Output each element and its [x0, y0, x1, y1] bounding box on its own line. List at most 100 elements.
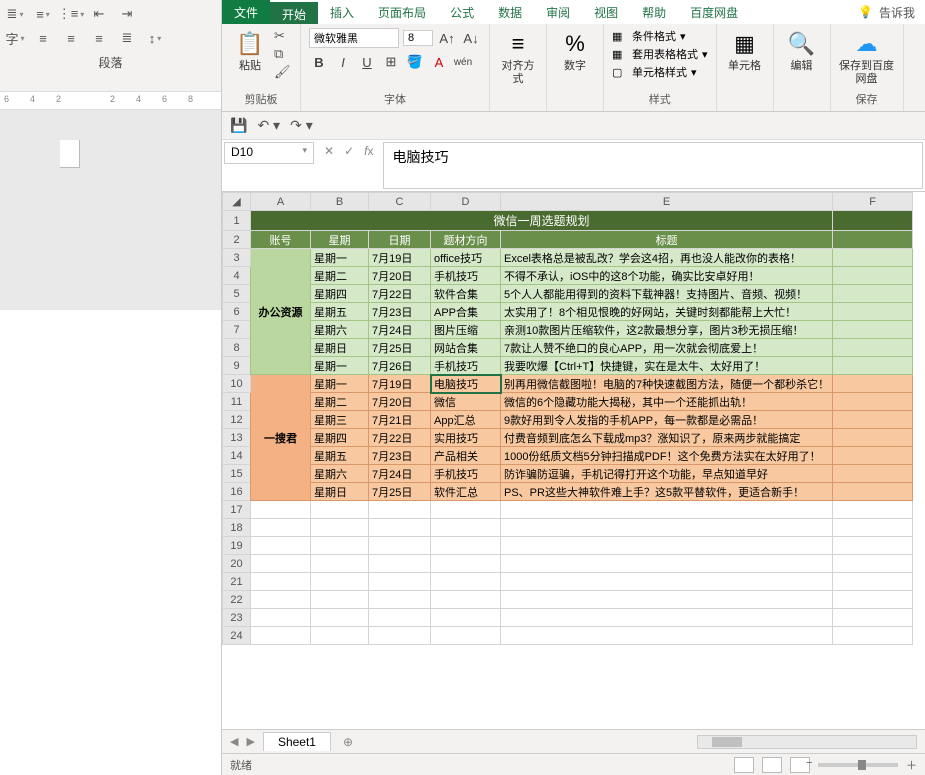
cell[interactable]: 图片压缩	[431, 321, 501, 339]
cell[interactable]: 我要吹爆【Ctrl+T】快捷键，实在是太牛、太好用了！	[501, 357, 833, 375]
cell[interactable]: 办公资源	[251, 249, 311, 375]
cell[interactable]	[501, 609, 833, 627]
cut-button[interactable]: ✂	[274, 28, 292, 44]
cell[interactable]	[311, 591, 369, 609]
cell[interactable]	[251, 573, 311, 591]
font-color-button[interactable]: A	[429, 52, 449, 72]
cell[interactable]: 微信一周选题规划	[251, 211, 833, 231]
align-center-button[interactable]: ≡	[60, 28, 82, 48]
cell[interactable]	[833, 267, 913, 285]
cell[interactable]: 软件合集	[431, 285, 501, 303]
cell[interactable]: 7月26日	[369, 357, 431, 375]
cell[interactable]	[833, 519, 913, 537]
page-layout-view-button[interactable]	[762, 757, 782, 773]
cell[interactable]: 星期五	[311, 303, 369, 321]
cell[interactable]	[431, 591, 501, 609]
cell[interactable]	[311, 519, 369, 537]
cell[interactable]: 亲测10款图片压缩软件，这2款最想分享，图片3秒无损压缩！	[501, 321, 833, 339]
row-header[interactable]: 5	[223, 285, 251, 303]
cell[interactable]	[833, 393, 913, 411]
cell[interactable]: 星期六	[311, 321, 369, 339]
row-header[interactable]: 18	[223, 519, 251, 537]
cell[interactable]	[833, 285, 913, 303]
cell[interactable]	[431, 519, 501, 537]
tab-insert[interactable]: 插入	[318, 0, 366, 24]
copy-button[interactable]: ⧉	[274, 46, 292, 62]
cell[interactable]: 星期一	[311, 249, 369, 267]
cell[interactable]: 题材方向	[431, 231, 501, 249]
tab-view[interactable]: 视图	[582, 0, 630, 24]
cell[interactable]	[833, 501, 913, 519]
cell[interactable]: 星期四	[311, 429, 369, 447]
cell[interactable]: 微信	[431, 393, 501, 411]
cell[interactable]	[369, 591, 431, 609]
cell[interactable]: 手机技巧	[431, 267, 501, 285]
cell[interactable]: PS、PR这些大神软件难上手？这5款平替软件，更适合新手！	[501, 483, 833, 501]
cell[interactable]	[431, 609, 501, 627]
increase-font-button[interactable]: A↑	[437, 28, 457, 48]
horizontal-scrollbar[interactable]	[697, 735, 917, 749]
cell[interactable]	[501, 627, 833, 645]
cell[interactable]	[833, 249, 913, 267]
cell[interactable]: 电脑技巧	[431, 375, 501, 393]
cell[interactable]	[833, 429, 913, 447]
cell[interactable]	[833, 537, 913, 555]
row-header[interactable]: 11	[223, 393, 251, 411]
cell[interactable]	[833, 627, 913, 645]
sheet-tab[interactable]: Sheet1	[263, 732, 331, 751]
cell[interactable]	[251, 537, 311, 555]
cell[interactable]	[833, 357, 913, 375]
cell[interactable]: 7月25日	[369, 339, 431, 357]
cell[interactable]: 7月19日	[369, 375, 431, 393]
name-box[interactable]: D10	[224, 142, 314, 164]
align-left-button[interactable]: ≡	[32, 28, 54, 48]
fx-button[interactable]: fx	[364, 144, 373, 158]
row-header[interactable]: 20	[223, 555, 251, 573]
cells-button[interactable]: ▦ 单元格	[725, 28, 765, 73]
cell[interactable]: 手机技巧	[431, 465, 501, 483]
cell[interactable]: 别再用微信截图啦！电脑的7种快速截图方法，随便一个都秒杀它！	[501, 375, 833, 393]
cell[interactable]: 7月22日	[369, 285, 431, 303]
spreadsheet-grid[interactable]: ◢ A B C D E F 1微信一周选题规划2账号星期日期题材方向标题3办公资…	[222, 192, 925, 729]
tab-data[interactable]: 数据	[486, 0, 534, 24]
cell[interactable]	[311, 573, 369, 591]
cell[interactable]	[833, 231, 913, 249]
cell[interactable]	[501, 555, 833, 573]
cell[interactable]	[833, 447, 913, 465]
cell[interactable]: 7月23日	[369, 303, 431, 321]
line-spacing-button[interactable]: ↕	[144, 28, 166, 48]
cell[interactable]: 星期二	[311, 267, 369, 285]
cell[interactable]	[251, 519, 311, 537]
cell[interactable]: 7月20日	[369, 393, 431, 411]
row-header[interactable]: 24	[223, 627, 251, 645]
cell[interactable]	[311, 627, 369, 645]
cell[interactable]	[833, 573, 913, 591]
paste-button[interactable]: 📋 粘贴	[230, 28, 270, 73]
cell[interactable]	[501, 519, 833, 537]
cell[interactable]	[251, 591, 311, 609]
cell[interactable]: APP合集	[431, 303, 501, 321]
cell[interactable]: 星期一	[311, 357, 369, 375]
indent-left-button[interactable]: ⇤	[88, 4, 110, 24]
decrease-font-button[interactable]: A↓	[461, 28, 481, 48]
cell[interactable]	[501, 573, 833, 591]
cell[interactable]	[431, 627, 501, 645]
cell[interactable]	[833, 303, 913, 321]
fill-color-button[interactable]: 🪣	[405, 52, 425, 72]
cell[interactable]: 太实用了！8个相见恨晚的好网站，关键时刻都能帮上大忙！	[501, 303, 833, 321]
row-header[interactable]: 6	[223, 303, 251, 321]
cell[interactable]	[431, 573, 501, 591]
row-header[interactable]: 19	[223, 537, 251, 555]
cell[interactable]: 产品相关	[431, 447, 501, 465]
cell[interactable]	[833, 609, 913, 627]
row-header[interactable]: 8	[223, 339, 251, 357]
cell[interactable]: 手机技巧	[431, 357, 501, 375]
row-header[interactable]: 9	[223, 357, 251, 375]
cell[interactable]: 星期	[311, 231, 369, 249]
cell[interactable]	[369, 573, 431, 591]
cell[interactable]	[833, 555, 913, 573]
cell[interactable]: office技巧	[431, 249, 501, 267]
cell[interactable]: 账号	[251, 231, 311, 249]
border-button[interactable]: ⊞	[381, 52, 401, 72]
align-justify-button[interactable]: ≣	[116, 28, 138, 48]
